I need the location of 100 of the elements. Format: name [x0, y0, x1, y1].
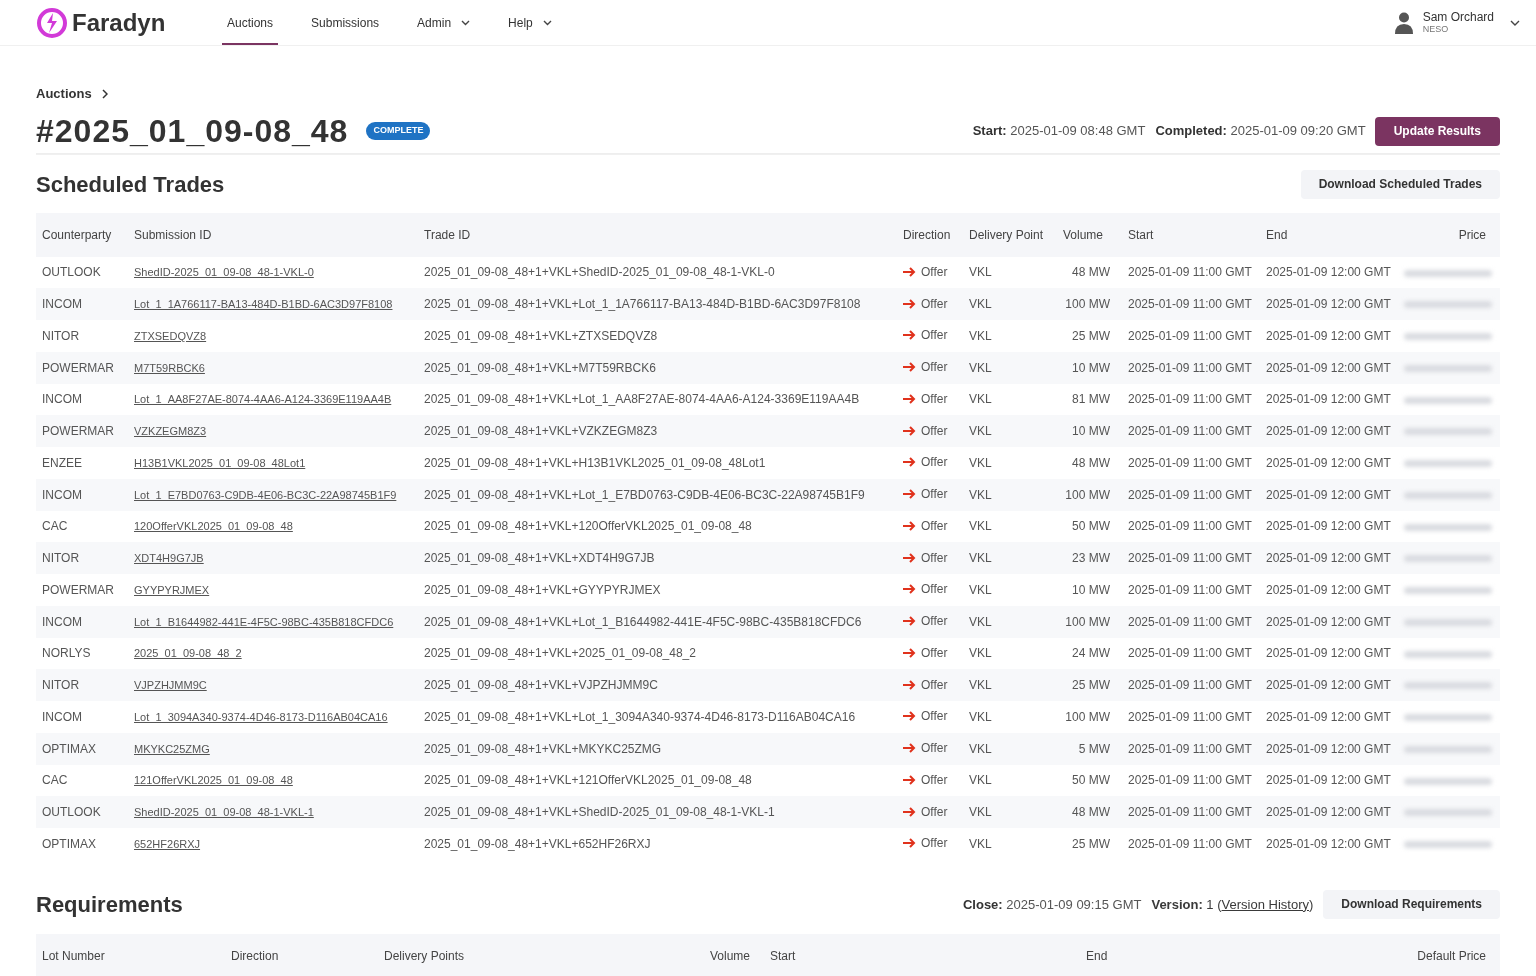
- nav-tab[interactable]: Auctions: [208, 0, 293, 45]
- table-cell: 2025-01-09 12:00 GMT: [1260, 796, 1398, 828]
- chevron-right-icon: [101, 88, 108, 99]
- table-cell: VKL: [963, 669, 1057, 701]
- submission-link[interactable]: GYYPYRJMEX: [134, 583, 210, 596]
- table-cell: VKL: [963, 415, 1057, 447]
- logo-icon: [36, 6, 68, 39]
- table-cell: 2025-01-09 12:00 GMT: [1260, 510, 1398, 543]
- table-cell: 2025_01_09-08_48+1+VKL+VJPZHJMM9C: [418, 669, 897, 701]
- table-cell: 2025-01-09 11:00 GMT: [1116, 605, 1260, 638]
- table-cell: OUTLOOK: [36, 256, 128, 289]
- table-cell: 100 MW: [1057, 288, 1116, 320]
- table-cell: VKL: [963, 637, 1057, 670]
- table-cell: 2025_01_09-08_48+1+VKL+XDT4H9G7JB: [418, 542, 897, 574]
- direction-text: Offer: [921, 549, 948, 567]
- table-cell: 48 MW: [1057, 447, 1116, 479]
- arrow-right-icon: [903, 711, 916, 722]
- direction-text: Offer: [921, 581, 948, 599]
- user-name: Sam Orchard: [1422, 11, 1494, 23]
- table-cell: 2025-01-09 12:00 GMT: [1260, 701, 1398, 733]
- table-cell: 2025-01-09 12:00 GMT: [1260, 320, 1398, 352]
- download-button[interactable]: Download Requirements: [1323, 889, 1500, 919]
- table-cell: 2025-01-09 12:00 GMT: [1260, 447, 1398, 479]
- chevron-down-icon[interactable]: [1510, 19, 1520, 26]
- table-cell: 2025_01_09-08_48+1+VKL+121OfferVKL2025_01_09-08_48: [418, 764, 897, 797]
- submission-link[interactable]: Lot_1_1A766117-BA13-484D-B1BD-6AC3D97F8108: [134, 298, 393, 311]
- table-cell: INCOM: [36, 701, 128, 733]
- nav-tab[interactable]: Submissions: [292, 0, 399, 45]
- submission-link[interactable]: XDT4H9G7JB: [134, 552, 204, 565]
- arrow-right-icon: [903, 806, 916, 817]
- table-cell: 10 MW: [1057, 415, 1116, 447]
- table-cell: 100 MW: [1057, 701, 1116, 733]
- table-cell: 2025-01-09 12:00 GMT: [1260, 415, 1398, 447]
- direction-text: Offer: [921, 644, 948, 662]
- table-cell: INCOM: [36, 478, 128, 511]
- table-cell: 2025-01-09 11:00 GMT: [1116, 701, 1260, 733]
- column-header: Delivery Point: [963, 212, 1057, 257]
- direction-text: Offer: [921, 295, 948, 313]
- table-cell: 5 MW: [1057, 732, 1116, 765]
- table-cell: VKL: [963, 574, 1057, 606]
- table-cell: NITOR: [36, 669, 128, 701]
- table-cell: 23 MW: [1057, 542, 1116, 574]
- meta-info: Start: 2025-01-09 08:48 GMT: [972, 122, 1146, 141]
- column-header: Trade ID: [418, 212, 897, 257]
- submission-link[interactable]: ShedID-2025_01_09-08_48-1-VKL-1: [134, 806, 314, 819]
- table-cell: 2025_01_09-08_48+1+VKL+VZKZEGM8Z3: [418, 415, 897, 447]
- submission-link[interactable]: ZTXSEDQVZ8: [134, 329, 207, 342]
- column-header: Start: [1116, 212, 1260, 257]
- direction-text: Offer: [921, 708, 948, 726]
- arrow-right-icon: [903, 362, 916, 373]
- table-cell: VKL: [963, 383, 1057, 416]
- column-header: Lot Number: [36, 933, 225, 976]
- update-results-button[interactable]: Update Results: [1374, 116, 1500, 146]
- table-cell: POWERMAR: [36, 415, 128, 447]
- table-cell: 2025_01_09-08_48+1+VKL+ShedID-2025_01_09-08_48-1-VKL-1: [418, 796, 897, 828]
- submission-link[interactable]: 652HF26RXJ: [134, 837, 201, 850]
- column-header: Counterparty: [36, 212, 128, 257]
- nav-tab[interactable]: Admin: [398, 0, 490, 45]
- table-cell: VKL: [963, 351, 1057, 384]
- table-cell: OUTLOOK: [36, 796, 128, 828]
- submission-link[interactable]: M7T59RBCK6: [134, 361, 205, 374]
- arrow-right-icon: [903, 552, 916, 563]
- submission-link[interactable]: Lot_1_E7BD0763-C9DB-4E06-BC3C-22A98745B1F9: [134, 488, 397, 501]
- table-cell: 2025_01_09-08_48+1+VKL+ZTXSEDQVZ8: [418, 320, 897, 352]
- table-cell: 2025-01-09 12:00 GMT: [1260, 637, 1398, 670]
- table-cell: 2025-01-09 11:00 GMT: [1116, 574, 1260, 606]
- arrow-right-icon: [903, 457, 916, 468]
- submission-link[interactable]: MKYKC25ZMG: [134, 742, 210, 755]
- arrow-right-icon: [903, 298, 916, 309]
- column-header: Volume: [661, 933, 764, 976]
- submission-link[interactable]: VJPZHJMM9C: [134, 679, 207, 692]
- version-history-link[interactable]: Version History: [1221, 896, 1309, 912]
- table-cell: 24 MW: [1057, 637, 1116, 670]
- table-cell: NITOR: [36, 320, 128, 352]
- submission-link[interactable]: ShedID-2025_01_09-08_48-1-VKL-0: [134, 266, 314, 279]
- table-cell: VKL: [963, 320, 1057, 352]
- submission-link[interactable]: Lot_1_B1644982-441E-4F5C-98BC-435B818CFDC6: [134, 615, 394, 628]
- submission-link[interactable]: 2025_01_09-08_48_2: [134, 647, 242, 660]
- submission-link[interactable]: Lot_1_AA8F27AE-8074-4AA6-A124-3369E119AA4B: [134, 393, 392, 406]
- direction-text: Offer: [921, 327, 948, 345]
- table-cell: 2025-01-09 11:00 GMT: [1116, 351, 1260, 384]
- table-cell: 2025_01_09-08_48+1+VKL+Lot_1_AA8F27AE-8074-4AA6-A124-3369E119AA4B: [418, 383, 897, 416]
- breadcrumb-link[interactable]: Auctions: [36, 84, 92, 104]
- download-button[interactable]: Download Scheduled Trades: [1300, 169, 1500, 199]
- arrow-right-icon: [903, 393, 916, 404]
- table-cell: 2025-01-09 11:00 GMT: [1116, 542, 1260, 574]
- submission-link[interactable]: Lot_1_3094A340-9374-4D46-8173-D116AB04CA16: [134, 710, 388, 723]
- submission-link[interactable]: 120OfferVKL2025_01_09-08_48: [134, 520, 293, 533]
- table-cell: 2025-01-09 11:00 GMT: [1116, 288, 1260, 320]
- table-cell: 2025_01_09-08_48+1+VKL+Lot_1_E7BD0763-C9DB-4E06-BC3C-22A98745B1F9: [418, 478, 897, 511]
- section-heading: Requirements: [36, 890, 183, 919]
- direction-text: Offer: [921, 517, 948, 535]
- nav-tab[interactable]: Help: [489, 0, 571, 45]
- table-cell: 2025-01-09 12:00 GMT: [1260, 478, 1398, 511]
- submission-link[interactable]: 121OfferVKL2025_01_09-08_48: [134, 774, 293, 787]
- table-cell: 2025-01-09 12:00 GMT: [1260, 732, 1398, 765]
- table-cell: 100 MW: [1057, 478, 1116, 511]
- submission-link[interactable]: VZKZEGM8Z3: [134, 425, 207, 438]
- submission-link[interactable]: H13B1VKL2025_01_09-08_48Lot1: [134, 456, 306, 469]
- column-header: Start: [764, 933, 1080, 976]
